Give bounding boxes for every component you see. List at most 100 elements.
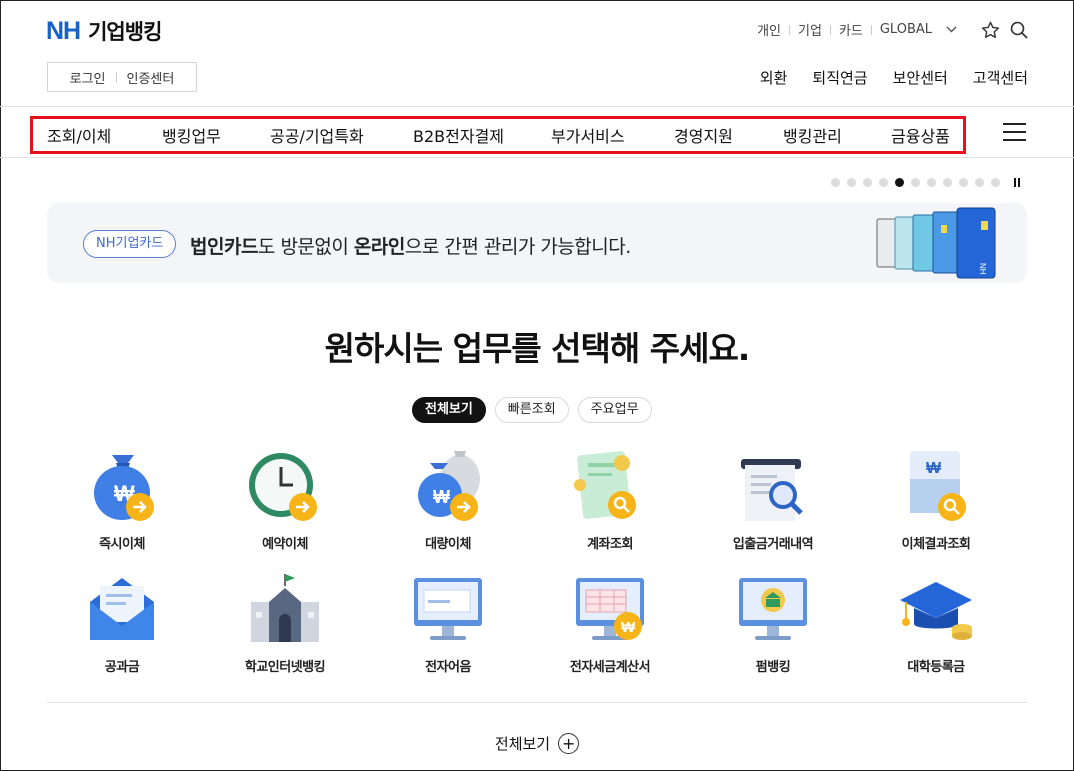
menu-item-management-support[interactable]: 경영지원 [674,123,733,147]
logo-text: 기업뱅킹 [88,20,162,44]
top-nav-corporate[interactable]: 기업 [790,20,830,39]
cert-center-link[interactable]: 인증센터 [127,68,175,87]
svg-text:₩: ₩ [433,487,450,507]
money-bags-arrow-icon: ₩ [418,451,480,521]
sub-nav: 외환 퇴직연금 보안센터 고객센터 [760,67,1028,88]
view-all-label: 전체보기 [494,735,551,753]
service-utility-bills[interactable]: 공과금 [47,572,197,675]
service-transaction-history[interactable]: 입출금거래내역 [698,449,848,552]
monitor-tax-invoice-icon: ₩ [576,578,644,640]
service-account-inquiry[interactable]: 계좌조회 [535,449,685,552]
carousel-indicators [831,178,1000,187]
chevron-down-icon[interactable] [946,22,957,37]
divider [115,71,117,83]
clock-arrow-icon [249,453,317,521]
service-label: 대량이체 [425,537,471,552]
tab-quick-inquiry[interactable]: 빠른조회 [494,397,569,423]
star-icon[interactable] [981,21,1000,39]
menu-item-banking-management[interactable]: 뱅킹관리 [783,123,842,147]
view-all-button[interactable]: 전체보기 + [0,733,1074,754]
logo-mark: NH [46,16,81,45]
menu-item-b2b-payment[interactable]: B2B전자결제 [413,123,504,147]
service-label: 즉시이체 [99,537,145,552]
carousel-dot[interactable] [895,178,904,187]
page-title: 원하시는 업무를 선택해 주세요. [324,329,751,368]
transfer-result-icon: ₩ [910,451,966,521]
carousel-dot[interactable] [911,178,920,187]
service-label: 예약이체 [262,537,308,552]
carousel-dot[interactable] [959,178,968,187]
banner-bold-1: 법인카드 [190,236,258,258]
tab-view-all[interactable]: 전체보기 [412,397,486,423]
top-nav-personal[interactable]: 개인 [749,20,789,39]
carousel-dot[interactable] [927,178,936,187]
service-transfer-result[interactable]: ₩ 이체결과조회 [861,449,1011,552]
menu-item-additional-services[interactable]: 부가서비스 [551,123,625,147]
search-icon[interactable] [1010,21,1028,39]
menu-item-inquiry-transfer[interactable]: 조회/이체 [47,123,111,147]
section-divider [47,702,1027,703]
tab-main-tasks[interactable]: 주요업무 [577,397,652,423]
svg-text:₩: ₩ [621,619,636,636]
service-label: 이체결과조회 [901,537,971,552]
carousel-dot[interactable] [879,178,888,187]
plus-icon: + [558,733,580,754]
banner-bold-2: 온라인 [353,236,405,258]
service-label: 대학등록금 [907,660,965,675]
service-school-banking[interactable]: 학교인터넷뱅킹 [210,572,360,675]
statement-search-icon [741,459,803,521]
service-bulk-transfer[interactable]: ₩ 대량이체 [373,449,523,552]
carousel-dot[interactable] [847,178,856,187]
account-search-icon [574,451,636,519]
promo-banner[interactable]: NH기업카드 법인카드도 방문없이 온라인으로 간편 관리가 가능합니다. NH [47,203,1027,283]
top-nav-card[interactable]: 카드 [831,20,871,39]
sub-nav-retirement-pension[interactable]: 퇴직연금 [812,67,867,88]
hamburger-menu-icon[interactable] [1003,123,1026,141]
banner-text-2: 으로 간편 관리가 가능합니다. [404,236,631,258]
banner-text-1: 도 방문없이 [257,236,354,258]
monitor-bank-icon [739,578,807,640]
menu-item-financial-products[interactable]: 금융상품 [891,123,950,147]
svg-text:₩: ₩ [926,460,942,477]
graduation-cap-icon [900,582,972,640]
carousel-dot[interactable] [943,178,952,187]
service-e-tax-invoice[interactable]: ₩ 전자세금계산서 [535,572,685,675]
header-divider [0,106,1074,107]
service-label: 학교인터넷뱅킹 [244,660,326,675]
service-label: 전자어음 [425,660,471,675]
banner-text: 법인카드도 방문없이 온라인으로 간편 관리가 가능합니다. [190,232,631,259]
service-label: 전자세금계산서 [569,660,651,675]
sub-nav-security-center[interactable]: 보안센터 [893,67,948,88]
service-instant-transfer[interactable]: ₩ 즉시이체 [47,449,197,552]
menu-item-banking-work[interactable]: 뱅킹업무 [162,123,221,147]
login-link[interactable]: 로그인 [70,68,106,87]
service-electronic-bill[interactable]: 전자어음 [373,572,523,675]
menu-divider [0,157,1074,158]
service-label: 입출금거래내역 [732,537,814,552]
money-bag-arrow-icon: ₩ [94,455,154,521]
service-label: 펌뱅킹 [755,660,791,675]
banner-badge: NH기업카드 [83,230,177,258]
menu-item-public-corporate[interactable]: 공공/기업특화 [270,123,364,147]
service-label: 계좌조회 [587,537,633,552]
school-icon [251,574,319,642]
monitor-bill-icon [414,578,482,640]
service-firm-banking[interactable]: 펌뱅킹 [698,572,848,675]
credit-cards-illustration: NH [876,207,996,279]
carousel-dot[interactable] [831,178,840,187]
svg-text:NH: NH [978,263,987,275]
main-menu: 조회/이체 뱅킹업무 공공/기업특화 B2B전자결제 부가서비스 경영지원 뱅킹… [0,108,1074,156]
carousel-dot[interactable] [991,178,1000,187]
top-nav-global[interactable]: GLOBAL [872,22,940,37]
envelope-icon [90,578,154,640]
pause-icon[interactable] [1014,178,1020,187]
sub-nav-customer-center[interactable]: 고객센터 [973,67,1028,88]
carousel-dot[interactable] [975,178,984,187]
sub-nav-foreign-exchange[interactable]: 외환 [760,67,788,88]
service-scheduled-transfer[interactable]: 예약이체 [210,449,360,552]
logo[interactable]: NH 기업뱅킹 [46,16,162,46]
util-box: 로그인 인증센터 [47,62,197,92]
service-university-tuition[interactable]: 대학등록금 [861,572,1011,675]
carousel-dot[interactable] [863,178,872,187]
top-nav: 개인 기업 카드 GLOBAL [749,20,1028,39]
